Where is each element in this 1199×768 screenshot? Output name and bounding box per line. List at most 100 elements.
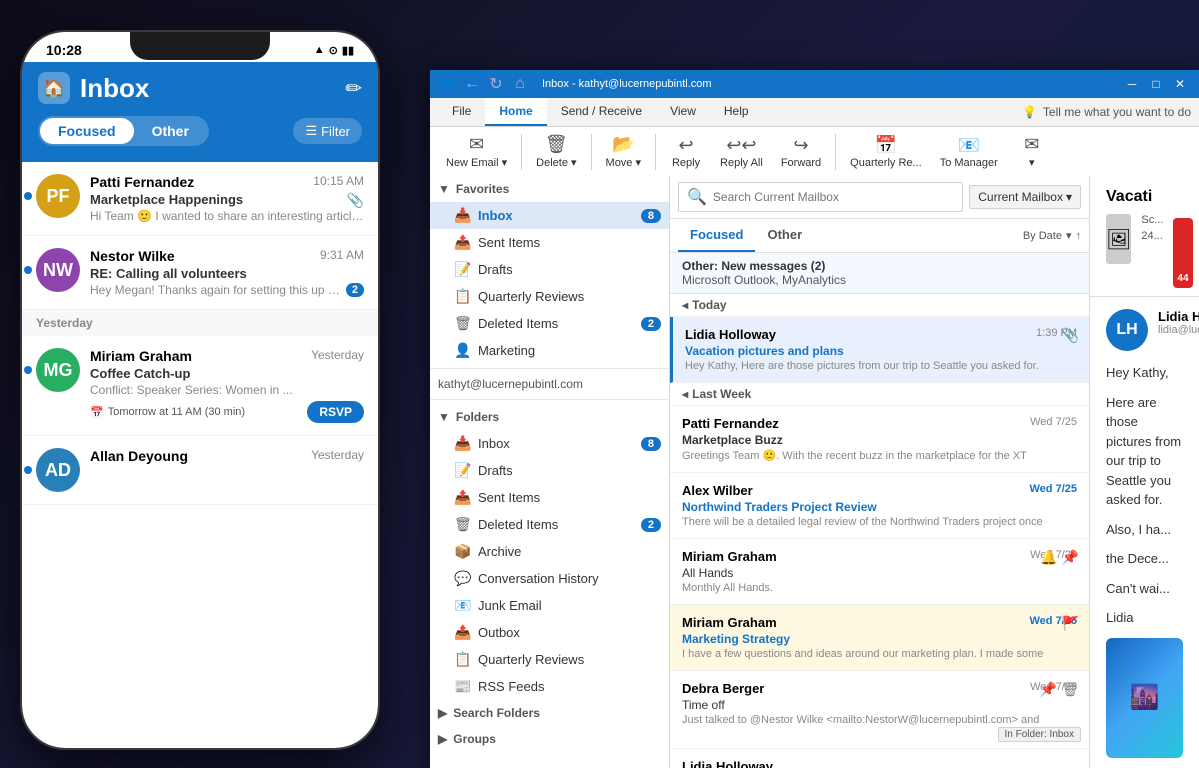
new-email-button[interactable]: ✉ New Email ▾ [438, 131, 515, 172]
de-sender: Alex Wilber [682, 483, 753, 498]
vacat-header: Vacati [1090, 176, 1199, 206]
sidebar-item-outbox[interactable]: 📤 Outbox [430, 619, 669, 646]
reply-button[interactable]: ↩ Reply [662, 132, 710, 172]
more-icon: ✉ [1024, 134, 1039, 155]
maximize-button[interactable]: □ [1145, 73, 1167, 95]
groups-header[interactable]: ▶ Groups [430, 726, 669, 752]
sidebar-item-archive[interactable]: 📦 Archive [430, 538, 669, 565]
table-row[interactable]: 📎 Lidia Holloway 1:39 PM Vacation pictur… [670, 317, 1089, 383]
de-sender: Miriam Graham [682, 549, 777, 564]
tab-focused[interactable]: Focused [678, 219, 755, 252]
search-input[interactable] [713, 190, 954, 204]
de-header: Lidia Holloway 1:39 PM [685, 327, 1077, 342]
sidebar-item-inbox2[interactable]: 📥 Inbox 8 [430, 430, 669, 457]
ribbon-tabs: File Home Send / Receive View Help 💡 Tel… [430, 98, 1199, 127]
phone-tab-other[interactable]: Other [134, 118, 207, 144]
sidebar-item-quarterly2[interactable]: 📋 Quarterly Reviews [430, 646, 669, 673]
phone-header-top: 🏠 Inbox ✏ [38, 72, 362, 104]
attachment-label: Sc... [1141, 214, 1163, 226]
phone-time: 10:28 [46, 42, 82, 58]
table-row[interactable]: 📌 🗑 Debra Berger Wed 7/25 Time off Just … [670, 671, 1089, 749]
de-subject: Time off [682, 698, 1077, 712]
folders-header[interactable]: ▼ Folders [430, 404, 669, 430]
sidebar-item-junk[interactable]: 📧 Junk Email [430, 592, 669, 619]
search-folders-header[interactable]: ▶ Search Folders [430, 700, 669, 726]
minimize-button[interactable]: ─ [1121, 73, 1143, 95]
sender-details: Lidia Holloway lidia@lucernepubintl.com [1158, 309, 1199, 336]
new-messages-bar: Other: New messages (2) Microsoft Outloo… [670, 253, 1089, 294]
tab-send-receive[interactable]: Send / Receive [547, 98, 656, 126]
to-manager-button[interactable]: 📧 To Manager [932, 132, 1006, 172]
sidebar-item-drafts[interactable]: 📝 Drafts [430, 256, 669, 283]
de-subject: Marketplace Buzz [682, 433, 1077, 447]
tab-other[interactable]: Other [755, 219, 814, 252]
list-item[interactable]: PF Patti Fernandez 10:15 AM Marketplace … [22, 162, 378, 236]
mailbox-dropdown[interactable]: Current Mailbox ▾ [969, 185, 1081, 209]
phone-filter-button[interactable]: ☰ Filter [293, 118, 362, 144]
sidebar-item-sent2[interactable]: 📤 Sent Items [430, 484, 669, 511]
list-item[interactable]: NW Nestor Wilke 9:31 AM RE: Calling all … [22, 236, 378, 310]
search-box[interactable]: 🔍 [678, 182, 963, 212]
email-content: Miriam Graham Yesterday Coffee Catch-up … [90, 348, 364, 423]
undo-button[interactable]: ↻ [486, 74, 506, 94]
inbox2-badge: 8 [641, 437, 661, 451]
sidebar-item-rss[interactable]: 📰 RSS Feeds [430, 673, 669, 700]
attachment-size: 44 [1177, 273, 1188, 284]
sort-label: By Date [1023, 230, 1062, 242]
email-time: 10:15 AM [313, 174, 364, 188]
sidebar-item-inbox[interactable]: 📥 Inbox 8 [430, 202, 669, 229]
table-row[interactable]: Lidia Holloway [670, 749, 1089, 768]
list-item[interactable]: AD Allan Deyoung Yesterday [22, 436, 378, 505]
table-row[interactable]: Alex Wilber Wed 7/25 Northwind Traders P… [670, 473, 1089, 539]
list-item[interactable]: MG Miriam Graham Yesterday Coffee Catch-… [22, 336, 378, 436]
email-row: Nestor Wilke 9:31 AM [90, 248, 364, 264]
de-subject: Northwind Traders Project Review [682, 500, 1077, 514]
quarterly-icon: 📅 [875, 135, 897, 156]
more-button[interactable]: ✉ ▾ [1008, 131, 1056, 172]
sidebar-item-drafts2[interactable]: 📝 Drafts [430, 457, 669, 484]
new-email-label: New Email ▾ [446, 156, 507, 169]
tab-view[interactable]: View [656, 98, 710, 126]
close-button[interactable]: ✕ [1169, 73, 1191, 95]
tab-file[interactable]: File [438, 98, 485, 126]
tab-home[interactable]: Home [485, 98, 546, 126]
tell-me-label[interactable]: Tell me what you want to do [1043, 105, 1191, 119]
attachment-thumbnail[interactable]: 🖼 [1106, 214, 1131, 264]
forward-button[interactable]: ← [462, 74, 482, 94]
table-row[interactable]: 🚩 Miriam Graham Wed 7/25 Marketing Strat… [670, 605, 1089, 671]
sidebar-item-deleted2[interactable]: 🗑 Deleted Items 2 [430, 511, 669, 538]
move-button[interactable]: 📂 Move ▾ [598, 131, 649, 172]
tab-help[interactable]: Help [710, 98, 763, 126]
favorites-header[interactable]: ▼ Favorites [430, 176, 669, 202]
chevron-right-icon2: ▶ [438, 732, 447, 746]
archive-icon: 📦 [454, 543, 470, 560]
sidebar-item-sent[interactable]: 📤 Sent Items [430, 229, 669, 256]
phone-edit-button[interactable]: ✏ [345, 76, 362, 101]
paperclip-icon: 📎 [1062, 327, 1079, 344]
sidebar-item-convo[interactable]: 💬 Conversation History [430, 565, 669, 592]
drafts2-label: Drafts [478, 463, 661, 478]
delete-button[interactable]: 🗑 Delete ▾ [528, 131, 584, 172]
marketing-icon: 👤 [454, 342, 470, 359]
sidebar-item-marketing[interactable]: 👤 Marketing [430, 337, 669, 364]
back-button[interactable] [438, 74, 458, 94]
forward-button[interactable]: ↪ Forward [773, 132, 829, 172]
attachment-preview[interactable]: 44 [1173, 218, 1192, 288]
reply-all-button[interactable]: ↩↩ Reply All [712, 132, 771, 172]
email-sort[interactable]: By Date ▾ ↑ [1023, 229, 1081, 242]
email-row2: Hey Megan! Thanks again for setting this… [90, 283, 364, 297]
table-row[interactable]: 🔔 📌 Miriam Graham Wed 7/25 All Hands Mon… [670, 539, 1089, 605]
de-header: Lidia Holloway [682, 759, 1077, 768]
reply-label: Reply [672, 157, 700, 169]
search-icon: 🔍 [687, 187, 707, 207]
de-subject: Vacation pictures and plans [685, 344, 1077, 358]
rsvp-button[interactable]: RSVP [307, 401, 364, 423]
phone-email-list: PF Patti Fernandez 10:15 AM Marketplace … [22, 162, 378, 505]
sort-icon: ▾ [1066, 229, 1072, 242]
sidebar-item-deleted[interactable]: 🗑 Deleted Items 2 [430, 310, 669, 337]
sidebar-item-quarterly[interactable]: 📋 Quarterly Reviews [430, 283, 669, 310]
home-icon[interactable]: ⌂ [510, 74, 530, 94]
quarterly-button[interactable]: 📅 Quarterly Re... [842, 132, 930, 172]
table-row[interactable]: Patti Fernandez Wed 7/25 Marketplace Buz… [670, 406, 1089, 473]
phone-tab-focused[interactable]: Focused [40, 118, 134, 144]
